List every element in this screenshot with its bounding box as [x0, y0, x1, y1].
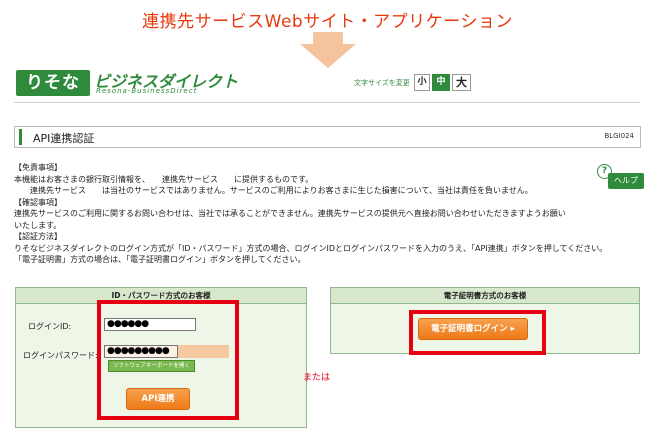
- login-id-input[interactable]: ●●●●●●: [104, 318, 196, 331]
- password-field-autofill-bg: [176, 345, 229, 358]
- login-password-label: ログインパスワード:: [23, 351, 98, 360]
- logo-subtext: Resona-BusinessDirect: [96, 87, 198, 95]
- or-label: または: [303, 373, 331, 383]
- login-id-label: ログインID:: [28, 322, 72, 331]
- disclaimer-heading: 【免責事項】: [14, 163, 62, 172]
- logo-main: りそな: [16, 70, 90, 96]
- down-arrow-icon: [300, 32, 356, 68]
- login-password-input[interactable]: ●●●●●●●●●: [104, 345, 178, 358]
- confirm-heading: 【確認事項】: [14, 197, 62, 207]
- software-keyboard-button[interactable]: ソフトウェアキーボードを開く: [108, 360, 196, 372]
- page-title-bar: API連携認証 BLGI024: [14, 126, 641, 148]
- cert-panel-heading: 電子証明書方式のお客様: [331, 288, 639, 304]
- auth-heading: 【認証方法】: [14, 232, 62, 241]
- header-divider: [14, 102, 640, 103]
- api-link-button[interactable]: API連携: [126, 388, 190, 410]
- certificate-login-button[interactable]: 電子証明書ログイン ▸: [418, 318, 528, 340]
- help-button[interactable]: ヘルプ: [608, 173, 644, 189]
- resona-logo: りそな ビジネスダイレクト Resona-BusinessDirect: [16, 70, 238, 96]
- top-caption: 連携先サービスWebサイト・アプリケーション: [142, 12, 513, 32]
- confirm-line-1: 連携先サービスのご利用に関するお問い合わせは、当社では承ることができません。連携…: [14, 209, 566, 218]
- font-size-large-button[interactable]: 大: [452, 74, 471, 91]
- auth-line-2: 「電子証明書」方式の場合は、「電子証明書ログイン」ボタンを押してください。: [14, 255, 306, 264]
- page-title: API連携認証: [33, 132, 95, 145]
- screen-code: BLGI024: [604, 132, 634, 140]
- font-size-small-button[interactable]: 小: [414, 74, 430, 91]
- font-size-label: 文字サイズを変更: [354, 79, 410, 87]
- confirm-line-2: いたします。: [14, 220, 62, 230]
- disclaimer-line-2: 連携先サービス は当社のサービスではありません。サービスのご利用によりお客さまに…: [14, 186, 533, 195]
- font-size-medium-button[interactable]: 中: [432, 74, 450, 91]
- disclaimer-line-1: 本機能はお客さまの銀行取引情報を、 連携先サービス に提供するものです。: [14, 174, 314, 184]
- auth-line-1: りそなビジネスダイレクトのログイン方式が「ID・パスワード」方式の場合、ログイン…: [14, 243, 608, 253]
- title-accent: [19, 129, 22, 145]
